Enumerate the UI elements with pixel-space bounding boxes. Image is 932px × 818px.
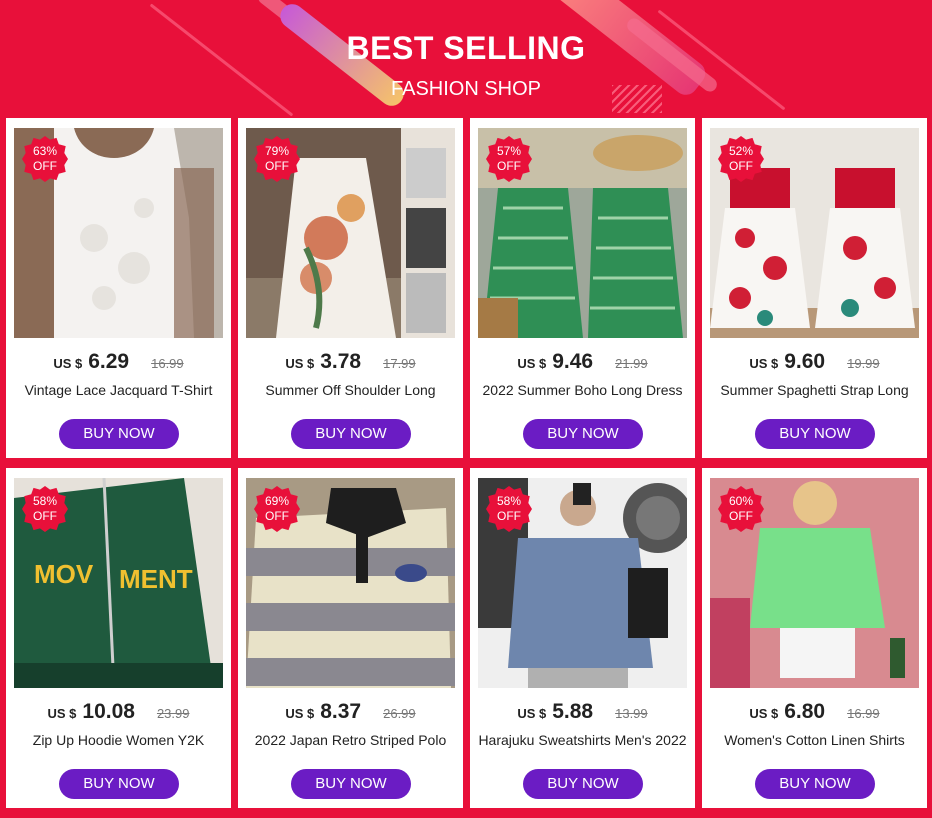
current-price: 10.08 <box>82 700 135 723</box>
currency-label: US $ <box>285 356 315 371</box>
product-image[interactable]: 52% OFF <box>710 128 919 338</box>
product-card[interactable]: 69% OFF US $ 8.37 26.99 2022 Japan Retro… <box>238 468 463 808</box>
product-card[interactable]: 60% OFF US $ 6.80 16.99 Women's Cotton L… <box>702 468 927 808</box>
discount-percent: 52% <box>728 144 754 158</box>
price-row: US $ 10.08 23.99 <box>6 700 231 724</box>
product-card[interactable]: 58% OFF US $ 5.88 13.99 Harajuku Sweatsh… <box>470 468 695 808</box>
product-card[interactable]: MOV MENT 58% OFF US $ 10.08 23.99 Zip Up… <box>6 468 231 808</box>
product-image[interactable]: 60% OFF <box>710 478 919 688</box>
original-price: 21.99 <box>615 356 648 371</box>
price-row: US $ 8.37 26.99 <box>238 700 463 724</box>
discount-off-label: OFF <box>33 509 57 523</box>
price-row: US $ 9.46 21.99 <box>470 350 695 374</box>
current-price: 9.60 <box>784 350 826 373</box>
page-subtitle: FASHION SHOP <box>390 78 542 100</box>
discount-percent: 58% <box>496 494 522 508</box>
product-card[interactable]: 79% OFF US $ 3.78 17.99 Summer Off Shoul… <box>238 118 463 458</box>
product-image[interactable]: MOV MENT 58% OFF <box>14 478 223 688</box>
discount-off-label: OFF <box>729 159 753 173</box>
discount-off-label: OFF <box>33 159 57 173</box>
buy-now-button[interactable]: BUY NOW <box>59 769 179 799</box>
product-name[interactable]: Vintage Lace Jacquard T-Shirt <box>10 382 227 398</box>
currency-label: US $ <box>749 706 779 721</box>
buy-now-button[interactable]: BUY NOW <box>291 419 411 449</box>
svg-text:MENT: MENT <box>119 564 193 594</box>
currency-label: US $ <box>749 356 779 371</box>
discount-off-label: OFF <box>265 509 289 523</box>
currency-label: US $ <box>517 356 547 371</box>
discount-off-label: OFF <box>729 509 753 523</box>
svg-text:MOV: MOV <box>34 559 94 589</box>
discount-percent: 79% <box>264 144 290 158</box>
original-price: 19.99 <box>847 356 880 371</box>
buy-now-button[interactable]: BUY NOW <box>523 419 643 449</box>
product-name[interactable]: Women's Cotton Linen Shirts <box>706 732 923 748</box>
product-grid: 63% OFF US $ 6.29 16.99 Vintage Lace Jac… <box>6 118 927 808</box>
product-card[interactable]: 63% OFF US $ 6.29 16.99 Vintage Lace Jac… <box>6 118 231 458</box>
product-image[interactable]: 79% OFF <box>246 128 455 338</box>
product-name[interactable]: Harajuku Sweatshirts Men's 2022 <box>474 732 691 748</box>
currency-label: US $ <box>53 356 83 371</box>
original-price: 17.99 <box>383 356 416 371</box>
buy-now-button[interactable]: BUY NOW <box>59 419 179 449</box>
price-row: US $ 6.29 16.99 <box>6 350 231 374</box>
discount-percent: 57% <box>496 144 522 158</box>
product-name[interactable]: 2022 Japan Retro Striped Polo <box>242 732 459 748</box>
original-price: 16.99 <box>847 706 880 721</box>
currency-label: US $ <box>285 706 315 721</box>
currency-label: US $ <box>47 706 77 721</box>
price-row: US $ 3.78 17.99 <box>238 350 463 374</box>
product-image[interactable]: 57% OFF <box>478 128 687 338</box>
discount-off-label: OFF <box>265 159 289 173</box>
discount-percent: 69% <box>264 494 290 508</box>
current-price: 8.37 <box>320 700 362 723</box>
currency-label: US $ <box>517 706 547 721</box>
buy-now-button[interactable]: BUY NOW <box>523 769 643 799</box>
product-card[interactable]: 52% OFF US $ 9.60 19.99 Summer Spaghetti… <box>702 118 927 458</box>
buy-now-button[interactable]: BUY NOW <box>755 419 875 449</box>
buy-now-button[interactable]: BUY NOW <box>755 769 875 799</box>
product-card[interactable]: 57% OFF US $ 9.46 21.99 2022 Summer Boho… <box>470 118 695 458</box>
discount-off-label: OFF <box>497 509 521 523</box>
price-row: US $ 6.80 16.99 <box>702 700 927 724</box>
discount-percent: 63% <box>32 144 58 158</box>
product-image[interactable]: 63% OFF <box>14 128 223 338</box>
price-row: US $ 5.88 13.99 <box>470 700 695 724</box>
product-image[interactable]: 58% OFF <box>478 478 687 688</box>
original-price: 26.99 <box>383 706 416 721</box>
product-name[interactable]: 2022 Summer Boho Long Dress <box>474 382 691 398</box>
original-price: 23.99 <box>156 706 190 721</box>
product-name[interactable]: Summer Off Shoulder Long <box>242 382 459 398</box>
product-image[interactable]: 69% OFF <box>246 478 455 688</box>
current-price: 3.78 <box>320 350 362 373</box>
product-name[interactable]: Summer Spaghetti Strap Long <box>706 382 923 398</box>
current-price: 6.80 <box>784 700 826 723</box>
header-banner: BEST SELLING FASHION SHOP <box>0 0 932 120</box>
current-price: 6.29 <box>88 350 130 373</box>
product-name[interactable]: Zip Up Hoodie Women Y2K <box>10 732 227 748</box>
current-price: 5.88 <box>552 700 594 723</box>
current-price: 9.46 <box>552 350 594 373</box>
original-price: 13.99 <box>615 706 648 721</box>
price-row: US $ 9.60 19.99 <box>702 350 927 374</box>
discount-off-label: OFF <box>497 159 521 173</box>
original-price: 16.99 <box>151 356 184 371</box>
buy-now-button[interactable]: BUY NOW <box>291 769 411 799</box>
page-title: BEST SELLING <box>346 30 586 66</box>
discount-percent: 58% <box>32 494 58 508</box>
discount-percent: 60% <box>728 494 754 508</box>
